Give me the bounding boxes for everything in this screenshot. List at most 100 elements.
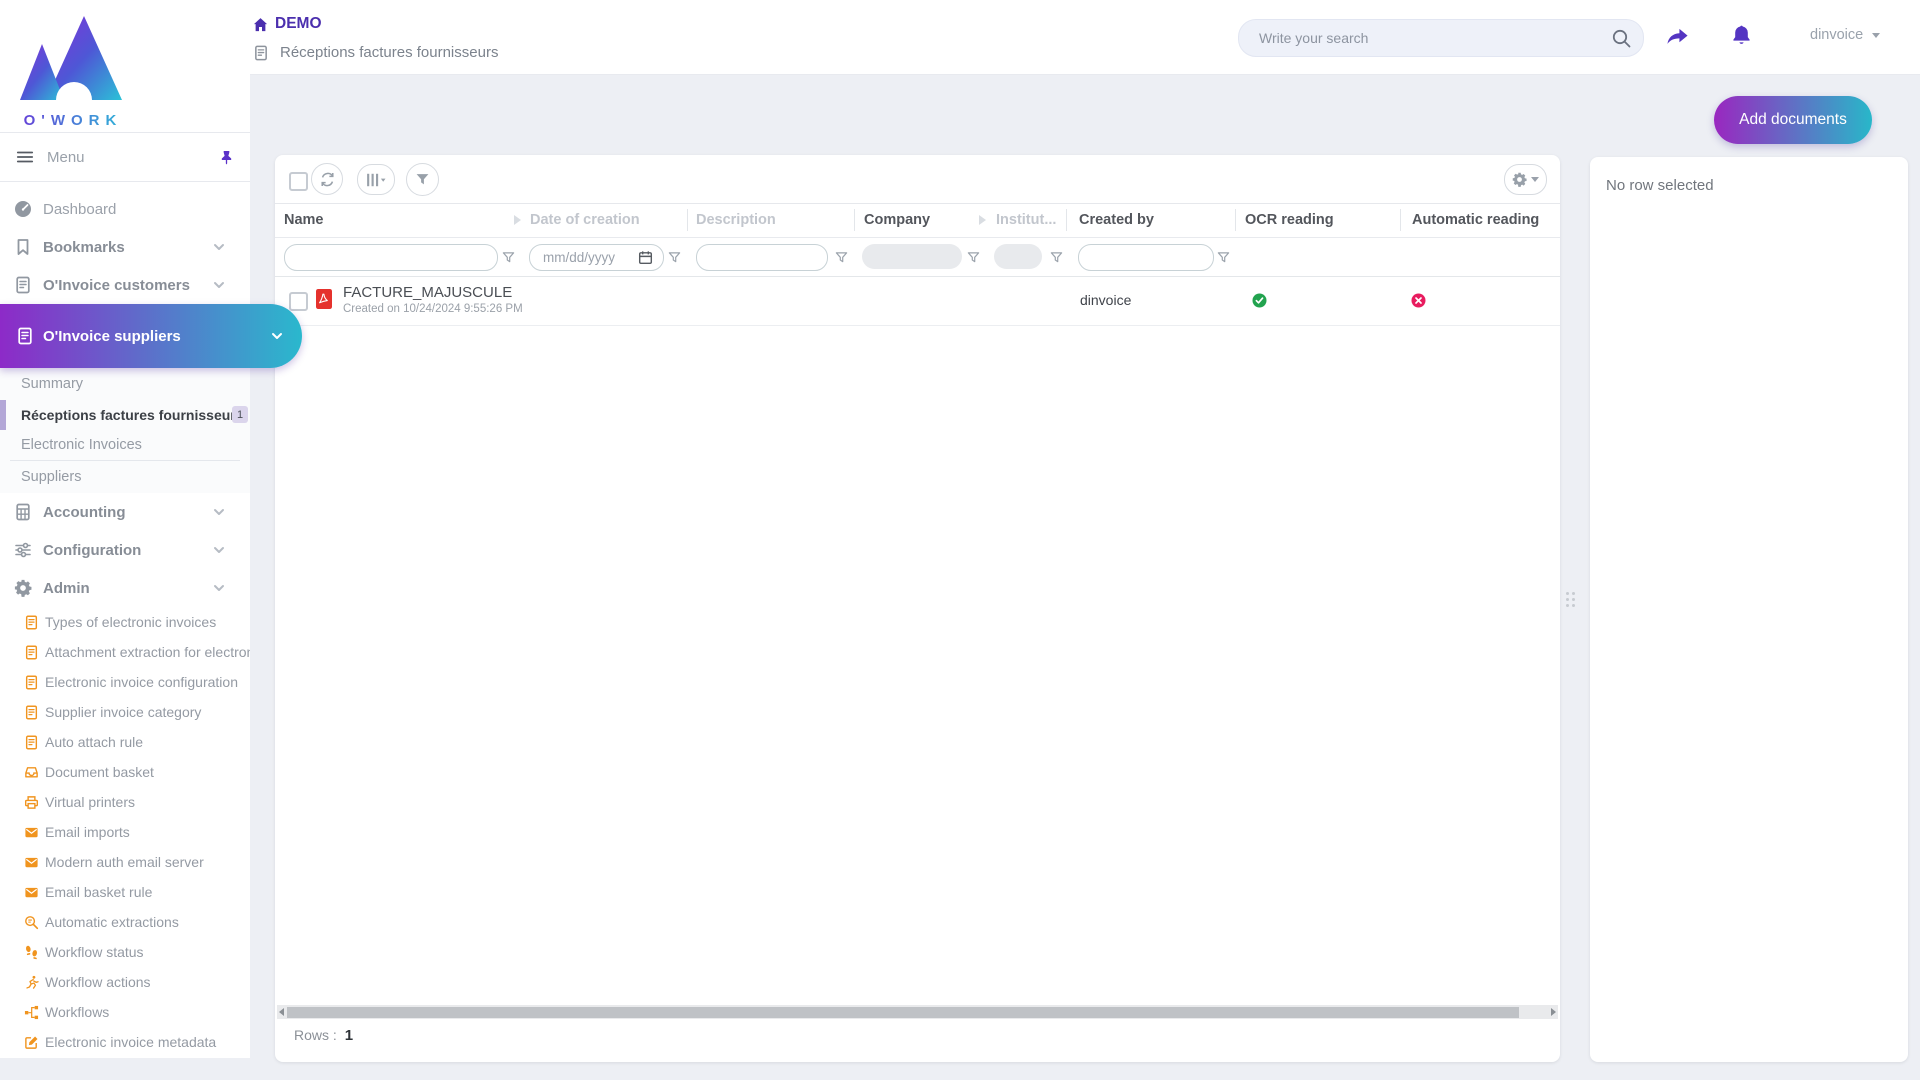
- scroll-left-arrow-icon[interactable]: [279, 1008, 284, 1016]
- select-all-checkbox[interactable]: [289, 172, 308, 191]
- column-header-description[interactable]: Description: [696, 203, 776, 237]
- sidebar-item-label: O'Invoice suppliers: [43, 328, 181, 345]
- divider: [854, 209, 855, 231]
- sidebar-item-dashboard[interactable]: Dashboard: [0, 190, 250, 228]
- created-by-filter-input[interactable]: [1091, 245, 1205, 270]
- admin-item-automatic-extractions[interactable]: Automatic extractions: [0, 907, 250, 937]
- invoice-icon: [16, 327, 34, 345]
- description-filter-input[interactable]: [709, 245, 819, 270]
- submenu-item-electronic-invoices[interactable]: Electronic Invoices: [0, 430, 250, 460]
- sidebar-item-oinvoice-suppliers[interactable]: O'Invoice suppliers: [0, 304, 302, 368]
- sidebar-item-admin[interactable]: Admin: [0, 569, 250, 607]
- horizontal-scrollbar[interactable]: [277, 1005, 1558, 1019]
- date-filter-field[interactable]: mm/dd/yyyy: [529, 244, 664, 271]
- admin-item-workflow-actions[interactable]: Workflow actions: [0, 967, 250, 997]
- submenu-item-receptions-factures[interactable]: Réceptions factures fournisseur 1: [0, 400, 250, 430]
- funnel-icon[interactable]: [967, 251, 980, 264]
- dashboard-icon: [14, 200, 32, 218]
- table-settings-button[interactable]: [1504, 164, 1547, 195]
- row-checkbox[interactable]: [289, 292, 308, 311]
- sidebar-item-label: Bookmarks: [43, 239, 125, 256]
- submenu-item-summary[interactable]: Summary: [0, 368, 250, 400]
- scrollbar-thumb[interactable]: [287, 1007, 1519, 1018]
- table-row[interactable]: FACTURE_MAJUSCULE Created on 10/24/2024 …: [275, 276, 1560, 326]
- brand-name: O'WORK: [10, 112, 136, 129]
- sidebar-item-oinvoice-customers[interactable]: O'Invoice customers: [0, 266, 250, 304]
- breadcrumb[interactable]: DEMO: [253, 15, 322, 33]
- chevron-down-icon: [212, 505, 226, 519]
- columns-button[interactable]: [357, 164, 395, 195]
- document-icon: [24, 675, 39, 690]
- pin-icon[interactable]: [219, 150, 234, 165]
- row-created-by: dinvoice: [1080, 292, 1131, 308]
- admin-item-modern-auth-email-server[interactable]: Modern auth email server: [0, 847, 250, 877]
- admin-item-electronic-invoice-configuration[interactable]: Electronic invoice configuration: [0, 667, 250, 697]
- sidebar-item-accounting[interactable]: Accounting: [0, 493, 250, 531]
- admin-item-workflows[interactable]: Workflows: [0, 997, 250, 1027]
- search-input[interactable]: [1257, 20, 1591, 56]
- column-header-created-by[interactable]: Created by: [1079, 203, 1154, 237]
- admin-item-types-electronic-invoices[interactable]: Types of electronic invoices: [0, 607, 250, 637]
- table-toolbar: [275, 155, 1560, 204]
- admin-item-label: Document basket: [45, 764, 154, 780]
- admin-item-label: Electronic invoice configuration: [45, 674, 238, 690]
- document-icon: [24, 645, 39, 660]
- gear-icon: [1512, 172, 1527, 187]
- column-header-automatic-reading[interactable]: Automatic reading: [1412, 203, 1539, 237]
- sidebar-item-label: Dashboard: [43, 201, 116, 218]
- funnel-icon[interactable]: [1217, 251, 1230, 264]
- admin-item-electronic-invoice-metadata[interactable]: Electronic invoice metadata: [0, 1027, 250, 1057]
- column-header-ocr-reading[interactable]: OCR reading: [1245, 203, 1334, 237]
- chevron-down-icon: [1531, 177, 1539, 182]
- sidebar-item-label: O'Invoice customers: [43, 277, 190, 294]
- home-icon: [253, 17, 268, 32]
- top-bar: DEMO Réceptions factures fournisseurs di…: [250, 0, 1920, 75]
- chevron-down-icon: [212, 278, 226, 292]
- admin-item-label: Virtual printers: [45, 794, 135, 810]
- column-header-name[interactable]: Name: [284, 203, 324, 237]
- admin-item-virtual-printers[interactable]: Virtual printers: [0, 787, 250, 817]
- hamburger-icon[interactable]: [16, 148, 34, 166]
- search-icon[interactable]: [1611, 28, 1631, 48]
- panel-resize-handle[interactable]: [1566, 592, 1575, 607]
- filter-button[interactable]: [406, 163, 439, 196]
- admin-item-email-basket-rule[interactable]: Email basket rule: [0, 877, 250, 907]
- calendar-icon[interactable]: [638, 250, 653, 265]
- expand-arrow-icon[interactable]: [979, 215, 986, 225]
- admin-item-label: Auto attach rule: [45, 734, 143, 750]
- ocr-success-icon: [1252, 293, 1267, 308]
- column-header-company[interactable]: Company: [864, 203, 930, 237]
- name-filter-input[interactable]: [297, 245, 489, 270]
- table-filter-row: mm/dd/yyyy: [275, 237, 1560, 277]
- funnel-icon[interactable]: [668, 251, 681, 264]
- bookmark-icon: [14, 238, 32, 256]
- admin-item-email-imports[interactable]: Email imports: [0, 817, 250, 847]
- user-menu[interactable]: dinvoice: [1810, 27, 1880, 43]
- admin-item-label: Supplier invoice category: [45, 704, 201, 720]
- column-header-date-of-creation[interactable]: Date of creation: [530, 203, 640, 237]
- expand-arrow-icon[interactable]: [514, 215, 521, 225]
- admin-item-attachment-extraction[interactable]: Attachment extraction for electron: [0, 637, 250, 667]
- divider: [687, 209, 688, 231]
- count-badge: 1: [232, 406, 248, 423]
- admin-item-workflow-status[interactable]: Workflow status: [0, 937, 250, 967]
- admin-item-supplier-invoice-category[interactable]: Supplier invoice category: [0, 697, 250, 727]
- scroll-right-arrow-icon[interactable]: [1551, 1008, 1556, 1016]
- column-header-institution[interactable]: Institut...: [996, 203, 1056, 237]
- sidebar-item-bookmarks[interactable]: Bookmarks: [0, 228, 250, 266]
- document-icon: [24, 615, 39, 630]
- share-icon[interactable]: [1664, 26, 1691, 49]
- funnel-icon[interactable]: [835, 251, 848, 264]
- submenu-item-suppliers[interactable]: Suppliers: [0, 461, 250, 493]
- funnel-icon[interactable]: [502, 251, 515, 264]
- notifications-bell-icon[interactable]: [1731, 24, 1752, 45]
- created-by-filter-field: [1078, 244, 1214, 271]
- breadcrumb-label: DEMO: [275, 15, 322, 33]
- funnel-icon[interactable]: [1050, 251, 1063, 264]
- admin-item-auto-attach-rule[interactable]: Auto attach rule: [0, 727, 250, 757]
- add-documents-button[interactable]: Add documents: [1714, 96, 1872, 144]
- refresh-button[interactable]: [311, 163, 343, 195]
- admin-item-label: Automatic extractions: [45, 914, 179, 930]
- admin-item-document-basket[interactable]: Document basket: [0, 757, 250, 787]
- sidebar-item-configuration[interactable]: Configuration: [0, 531, 250, 569]
